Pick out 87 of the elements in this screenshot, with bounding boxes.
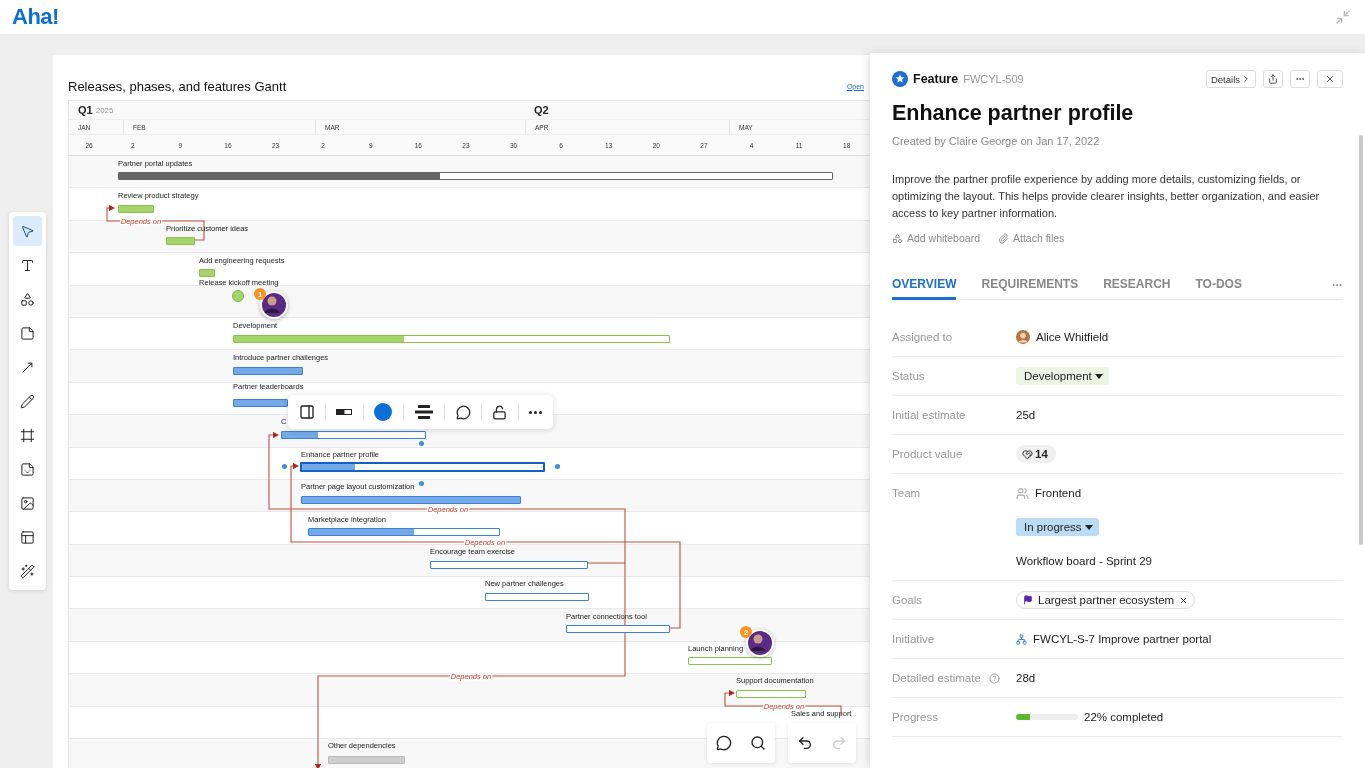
dependency-arrow[interactable]: [268, 431, 626, 564]
hierarchy-icon: [413, 405, 434, 419]
flag-icon: [1023, 595, 1033, 605]
field-value: 25d: [1016, 409, 1036, 421]
caret-icon: [1084, 524, 1093, 530]
comment-icon: [455, 404, 471, 420]
frame-icon: [20, 427, 35, 443]
bar-style-icon: [336, 409, 353, 415]
comment-icon: [716, 735, 732, 751]
selection-handle[interactable]: [418, 441, 424, 446]
more-icon: [529, 410, 543, 414]
record-title: Enhance partner profile: [892, 101, 1135, 126]
hierarchy-icon: [1016, 633, 1027, 645]
share-button[interactable]: [1263, 70, 1283, 88]
undo-icon: [797, 735, 813, 751]
dependency-arrow[interactable]: [290, 462, 681, 629]
pointer-icon: [20, 223, 35, 239]
shapes-icon: [20, 291, 35, 307]
team-icon: [1016, 486, 1029, 500]
field-label: Initial estimate: [892, 408, 966, 423]
record-type: Feature: [913, 72, 959, 86]
layout-icon: [20, 529, 35, 545]
gantt-bar[interactable]: [118, 172, 833, 180]
image-icon: [20, 495, 35, 511]
quarter-label: Q2: [534, 104, 549, 116]
tab[interactable]: REQUIREMENTS: [981, 277, 1079, 300]
gantt-bar[interactable]: [566, 625, 670, 633]
gantt-bar[interactable]: [308, 528, 500, 536]
selection-handle[interactable]: [282, 464, 287, 469]
selection-handle[interactable]: [555, 464, 560, 469]
field-label: Team: [892, 486, 921, 501]
shapes-icon: [892, 232, 903, 244]
magic-wand-icon: [20, 563, 35, 579]
app-logo[interactable]: Aha!: [12, 4, 59, 30]
gantt-title: Releases, phases, and features Gantt: [68, 78, 287, 94]
scrollbar[interactable]: [1359, 135, 1363, 545]
progress-text: 22% completed: [1084, 711, 1164, 723]
record-id: FWCYL-509: [963, 73, 1024, 85]
side-panel-icon: [298, 404, 315, 420]
action-link[interactable]: Add whiteboard: [892, 232, 980, 244]
avatar: [1016, 330, 1030, 344]
field-value: FWCYL-S-7 Improve partner portal: [1033, 633, 1212, 645]
created-by-text: Created by Claire George on Jan 17, 2022: [892, 135, 1101, 147]
paperclip-icon: [997, 232, 1009, 244]
field-value: Frontend: [1035, 487, 1082, 499]
details-button[interactable]: Details: [1205, 70, 1256, 88]
help-icon[interactable]: [988, 672, 1000, 684]
tab[interactable]: TO-DOS: [1195, 277, 1242, 300]
share-icon: [1268, 74, 1278, 84]
action-link[interactable]: Attach files: [997, 232, 1065, 244]
field-label: Product value: [892, 447, 963, 462]
field-label: Detailed estimate: [892, 671, 981, 686]
field-label: Progress: [892, 710, 939, 725]
field-label: Goals: [892, 593, 923, 608]
selection-handle[interactable]: [418, 481, 424, 486]
gantt-bar[interactable]: [300, 462, 545, 472]
quarter-label: Q1: [78, 104, 93, 116]
field-value: 28d: [1016, 672, 1036, 684]
description-text: Improve the partner profile experience by adding more details, customizing fields, or optimizing the layout. This helps provide clearer insights, better organization, and easier access to key partner information.: [892, 172, 1321, 221]
year-label: 2025: [95, 105, 114, 115]
caret-icon: [1094, 373, 1103, 379]
workflow-status-dropdown[interactable]: In progress: [1016, 518, 1099, 536]
close-button[interactable]: [1317, 70, 1343, 88]
field-value: Alice Whitfield: [1036, 331, 1109, 343]
redo-icon: [831, 735, 847, 751]
gantt-bar[interactable]: [281, 431, 426, 439]
gantt-bar[interactable]: [430, 561, 588, 569]
field-value: Workflow board - Sprint 29: [1016, 555, 1152, 567]
field-label: Assigned to: [892, 330, 953, 345]
tab[interactable]: OVERVIEW: [892, 277, 957, 300]
arrow-icon: [20, 359, 35, 375]
score-chip: 14: [1016, 445, 1056, 463]
status-dropdown[interactable]: Development: [1016, 367, 1109, 385]
tab[interactable]: RESEARCH: [1103, 277, 1171, 300]
gantt-bar[interactable]: [485, 593, 589, 601]
field-label: Status: [892, 369, 925, 384]
sticky-note-icon: [20, 325, 35, 341]
heart-hand-icon: [1022, 448, 1033, 460]
text-icon: [20, 257, 35, 273]
remove-icon[interactable]: [1179, 595, 1189, 605]
pencil-icon: [20, 393, 35, 409]
search-icon: [750, 735, 766, 751]
chevron-right-icon: [1241, 74, 1251, 84]
sticker-icon: [20, 461, 35, 477]
field-label: Initiative: [892, 632, 935, 647]
unlock-icon: [492, 404, 508, 420]
close-icon: [1325, 74, 1335, 84]
